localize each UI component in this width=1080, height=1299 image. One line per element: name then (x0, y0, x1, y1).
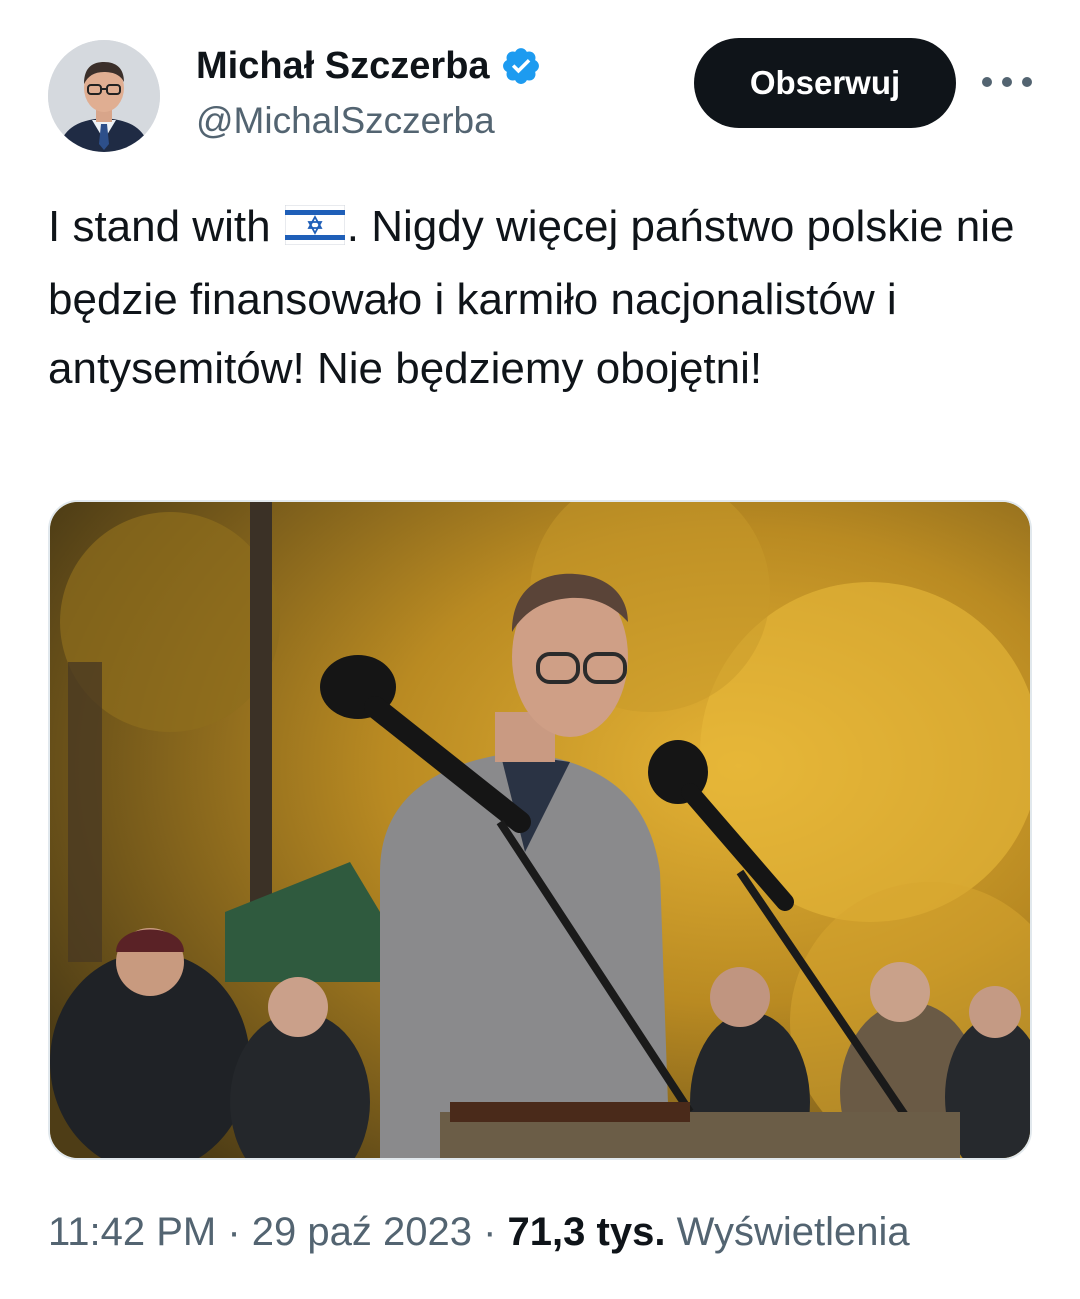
tweet-meta: 11:42 PM · 29 paź 2023 · 71,3 tys. Wyświ… (48, 1210, 910, 1255)
meta-separator: · (472, 1210, 508, 1254)
tweet-time[interactable]: 11:42 PM (48, 1210, 216, 1254)
author-name-row[interactable]: Michał Szczerba (196, 44, 542, 88)
author-handle[interactable]: @MichalSzczerba (196, 100, 495, 142)
more-options-icon[interactable] (982, 62, 1032, 102)
views-label: Wyświetlenia (676, 1210, 910, 1254)
avatar[interactable] (48, 40, 160, 152)
views-count: 71,3 tys. (507, 1210, 666, 1254)
tweet-text: I stand with . Nigdy więcej państwo pols… (48, 192, 1048, 403)
israel-flag-icon (284, 196, 346, 265)
tweet-photo[interactable] (48, 500, 1032, 1160)
meta-separator: · (216, 1210, 252, 1254)
tweet-text-part1: I stand with (48, 202, 283, 251)
follow-button[interactable]: Obserwuj (694, 38, 956, 128)
tweet-date[interactable]: 29 paź 2023 (252, 1210, 472, 1254)
author-display-name[interactable]: Michał Szczerba (196, 45, 490, 88)
verified-badge-icon (502, 48, 539, 84)
